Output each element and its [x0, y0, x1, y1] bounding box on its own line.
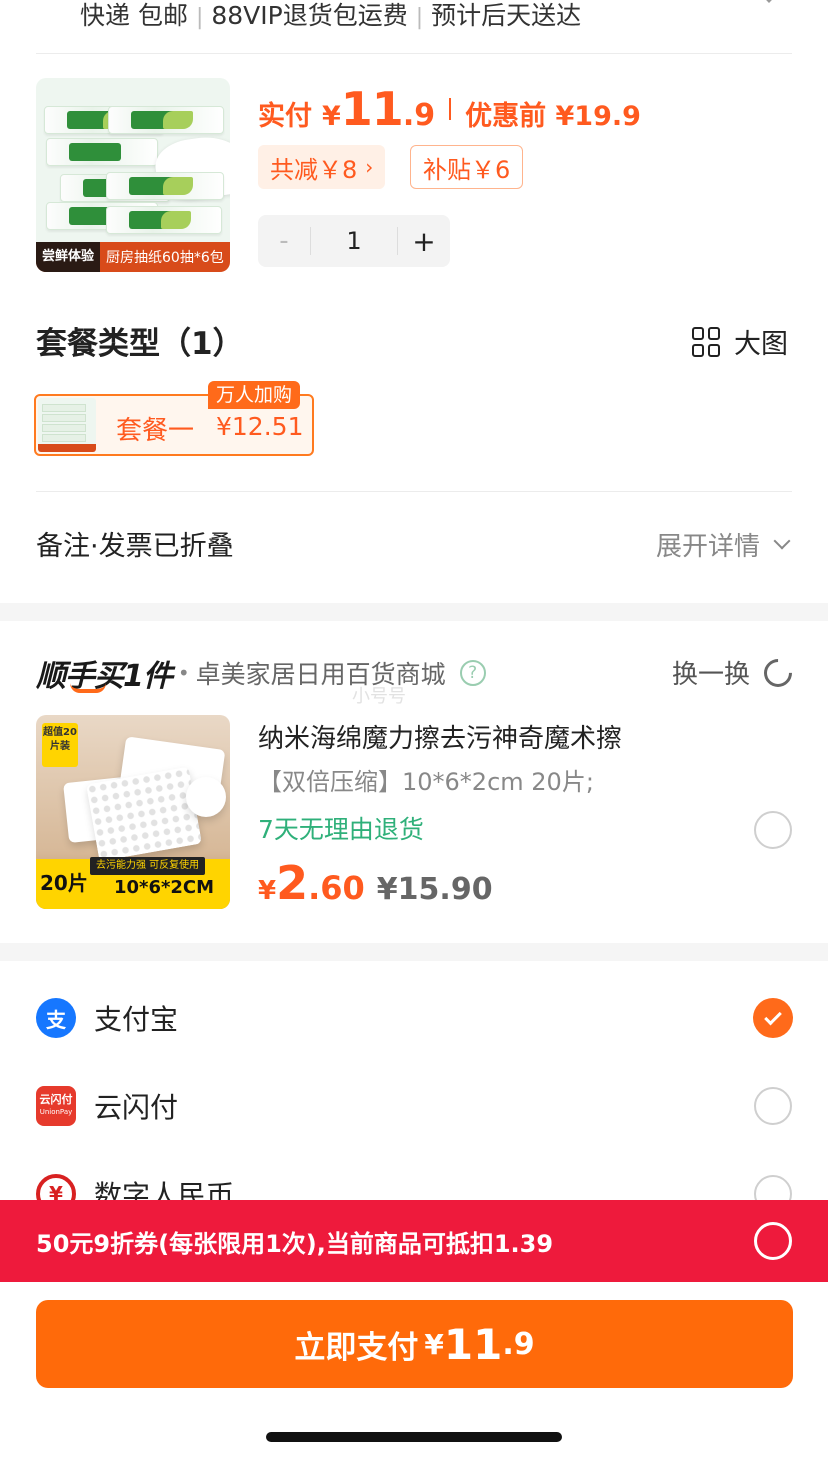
shipping-eta: 预计后天送达: [431, 1, 582, 30]
shipping-vip-return: 88VIP退货包运费: [211, 1, 408, 30]
coupon-text: 50元9折券(每张限用1次),当前商品可抵扣1.39: [36, 1230, 554, 1258]
product-image-caption: 厨房抽纸60抽*6包: [106, 250, 224, 266]
big-view-toggle[interactable]: 大图: [692, 322, 788, 361]
alipay-icon: 支: [36, 998, 76, 1038]
package-badge: 万人加购: [208, 381, 301, 409]
add-on-original-price: ¥15.90: [376, 872, 493, 907]
total-discount-chip[interactable]: 共减￥8 ›: [258, 145, 386, 189]
increase-button[interactable]: +: [398, 215, 450, 267]
shipping-express: 快递 包邮: [80, 1, 188, 30]
big-view-label: 大图: [734, 329, 788, 360]
section-divider: [0, 603, 828, 621]
expand-details[interactable]: 展开详情: [655, 526, 791, 563]
return-policy: 7天无理由退货: [258, 815, 424, 844]
add-on-product-spec: 【双倍压缩】10*6*2cm 20片;: [258, 768, 594, 796]
grid-icon: [692, 326, 722, 357]
subsidy-label: 补贴￥6: [423, 155, 511, 184]
pay-now-decimal: .9: [502, 1326, 535, 1362]
package-thumbnail: [38, 398, 96, 452]
payment-method-unionpay[interactable]: 云闪付 UnionPay 云闪付: [36, 1086, 178, 1126]
package-type-title: 套餐类型（1）: [36, 326, 244, 362]
chevron-right-icon: ›: [365, 155, 374, 179]
add-on-currency: ¥: [258, 876, 277, 906]
add-on-header: 顺手买1件 • 卓美家居日用百货商城 ?: [36, 651, 486, 695]
add-on-price-decimal: .60: [308, 869, 365, 907]
pay-now-label: 立即支付: [294, 1329, 419, 1366]
image-size: 10*6*2CM: [114, 877, 215, 898]
pay-now-button[interactable]: 立即支付 ¥ 11 .9: [36, 1300, 793, 1388]
chevron-down-icon: [773, 532, 791, 549]
coupon-bar[interactable]: 50元9折券(每张限用1次),当前商品可抵扣1.39: [0, 1200, 828, 1282]
total-discount-label: 共减￥8: [270, 155, 358, 184]
swap-label: 换一换: [671, 660, 750, 690]
swap-button[interactable]: 换一换: [671, 652, 798, 693]
unionpay-icon: 云闪付 UnionPay: [36, 1086, 76, 1126]
section-divider: [0, 943, 828, 961]
product-image-tag: 尝鲜体验 厨房抽纸60抽*6包: [36, 242, 230, 272]
payment-label: 支付宝: [94, 1003, 179, 1036]
add-on-price: ¥ 2 .60 ¥15.90: [258, 856, 493, 910]
add-on-product-image[interactable]: 超值20片装 去污能力强 可反复使用 20片 10*6*2CM: [36, 715, 230, 909]
add-on-logo: 顺手买1件: [36, 659, 173, 694]
refresh-icon: [758, 652, 798, 693]
paid-price: 实付 ¥ 11 .9 优惠前 ¥19.9: [258, 82, 641, 136]
decrease-button[interactable]: -: [258, 215, 310, 267]
paid-label: 实付: [258, 101, 312, 132]
quantity-stepper: - 1 +: [258, 215, 450, 267]
payment-method-alipay[interactable]: 支 支付宝: [36, 998, 178, 1038]
pre-discount-price: 优惠前 ¥19.9: [465, 101, 641, 132]
paid-decimal: .9: [402, 98, 436, 133]
pay-now-currency: ¥: [424, 1327, 444, 1361]
add-on-product-name[interactable]: 纳米海绵魔力擦去污神奇魔术擦: [258, 718, 622, 755]
coupon-radio[interactable]: [754, 1222, 792, 1260]
divider: [36, 53, 792, 54]
paid-integer: 11: [340, 82, 404, 136]
subsidy-chip: 补贴￥6: [410, 145, 524, 189]
image-feature-tag: 去污能力强 可反复使用: [90, 857, 206, 875]
watermark: 小号号: [352, 686, 406, 707]
image-badge: 超值20片装: [42, 723, 78, 767]
chevron-down-icon[interactable]: [759, 0, 779, 3]
payment-label: 云闪付: [94, 1091, 179, 1124]
product-image-badge: 尝鲜体验: [36, 242, 101, 272]
divider: [449, 98, 452, 120]
add-on-price-integer: 2: [276, 856, 309, 910]
unionpay-radio[interactable]: [754, 1087, 792, 1125]
divider: [36, 491, 792, 492]
package-name: 套餐一: [116, 416, 195, 446]
shipping-info: 快递 包邮 | 88VIP退货包运费 | 预计后天送达: [80, 1, 582, 30]
quantity-value[interactable]: 1: [310, 227, 398, 255]
package-price: ¥12.51: [216, 412, 304, 441]
home-indicator[interactable]: [266, 1432, 562, 1442]
remark-label: 备注·发票已折叠: [36, 531, 234, 562]
help-icon[interactable]: ?: [459, 660, 486, 686]
expand-label: 展开详情: [655, 532, 760, 562]
add-on-select-radio[interactable]: [754, 811, 792, 849]
shop-name[interactable]: 卓美家居日用百货商城: [196, 655, 446, 691]
pay-now-integer: 11: [443, 1319, 503, 1369]
paid-currency: ¥: [322, 101, 341, 132]
image-count: 20片: [40, 871, 88, 895]
checked-radio[interactable]: [753, 998, 793, 1038]
product-image[interactable]: 尝鲜体验 厨房抽纸60抽*6包: [36, 78, 230, 272]
